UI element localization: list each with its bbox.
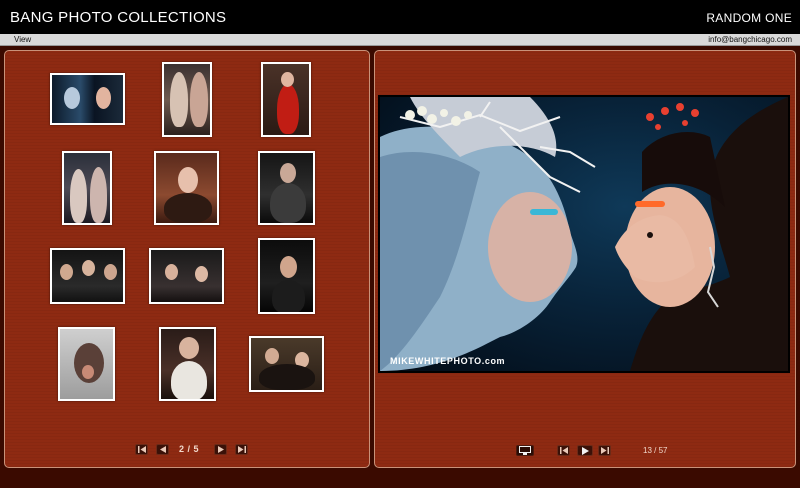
thumbnail-2[interactable] xyxy=(162,62,212,137)
next-page-button[interactable] xyxy=(214,444,227,455)
thumbnail-figure xyxy=(90,167,107,223)
fullscreen-button[interactable] xyxy=(516,445,534,456)
last-page-button[interactable] xyxy=(235,444,248,455)
play-icon xyxy=(581,446,589,455)
previous-page-button[interactable] xyxy=(156,444,169,455)
first-page-button[interactable] xyxy=(135,444,148,455)
thumbnail-figure xyxy=(70,169,87,223)
thumbnail-figure xyxy=(195,266,208,282)
skip-first-icon xyxy=(137,446,146,453)
chevron-left-icon xyxy=(159,446,166,453)
thumbnail-9[interactable] xyxy=(258,238,315,314)
coral-headpiece xyxy=(646,103,699,130)
thumbnail-figure xyxy=(280,163,296,183)
skip-back-icon xyxy=(559,447,568,454)
skip-forward-icon xyxy=(600,447,609,454)
thumbnail-figure xyxy=(82,260,95,276)
skip-last-icon xyxy=(237,446,246,453)
thumbnail-figure xyxy=(170,72,188,127)
thumbnail-4[interactable] xyxy=(62,151,112,225)
photo-counter: 13 / 57 xyxy=(643,446,668,455)
thumbnail-1[interactable] xyxy=(50,73,125,125)
thumbnail-figure xyxy=(104,264,117,280)
thumbnail-figure xyxy=(171,361,207,399)
thumbnail-figure xyxy=(165,264,178,280)
thumbnail-11[interactable] xyxy=(159,327,216,401)
thumbnail-12[interactable] xyxy=(249,336,324,392)
email-link[interactable]: info@bangchicago.com xyxy=(708,34,792,45)
top-bar: BANG PHOTO COLLECTIONS RANDOM ONE xyxy=(0,0,800,34)
thumbnail-figure xyxy=(164,193,212,223)
thumbnail-figure xyxy=(96,87,111,109)
menu-view[interactable]: View xyxy=(14,34,31,45)
thumbnail-figure xyxy=(190,72,208,127)
thumbnail-figure xyxy=(270,183,306,223)
thumbnail-figure xyxy=(60,264,73,280)
photo-illustration xyxy=(380,97,788,371)
random-one-link[interactable]: RANDOM ONE xyxy=(706,11,792,25)
play-slideshow-button[interactable] xyxy=(577,445,593,456)
thumbnail-figure xyxy=(178,167,198,193)
thumbnail-5[interactable] xyxy=(154,151,219,225)
thumbnail-3[interactable] xyxy=(261,62,311,137)
thumbnail-6[interactable] xyxy=(258,151,315,225)
page-indicator: 2 / 5 xyxy=(179,444,200,454)
chevron-right-icon xyxy=(217,446,224,453)
next-photo-button[interactable] xyxy=(598,445,611,456)
previous-photo-button[interactable] xyxy=(557,445,570,456)
thumbnail-figure xyxy=(82,365,94,379)
thumbnail-figure xyxy=(277,84,299,134)
thumbnail-figure xyxy=(259,364,315,390)
photo-watermark: MIKEWHITEPHOTO.com xyxy=(390,356,506,366)
thumbnail-7[interactable] xyxy=(50,248,125,304)
thumbnail-figure xyxy=(179,337,199,359)
thumbnail-figure xyxy=(265,348,279,364)
menu-bar: View info@bangchicago.com xyxy=(0,34,800,46)
thumbnail-figure xyxy=(64,87,80,109)
thumbnail-10[interactable] xyxy=(58,327,115,401)
thumbnail-figure xyxy=(280,256,297,278)
thumbnail-panel: 2 / 5 xyxy=(4,50,370,468)
thumbnail-figure xyxy=(272,280,305,312)
monitor-icon xyxy=(519,446,531,455)
app-title: BANG PHOTO COLLECTIONS xyxy=(10,9,227,26)
thumbnail-figure xyxy=(281,72,294,87)
thumbnail-8[interactable] xyxy=(149,248,224,304)
main-photo[interactable]: MIKEWHITEPHOTO.com xyxy=(378,95,790,373)
